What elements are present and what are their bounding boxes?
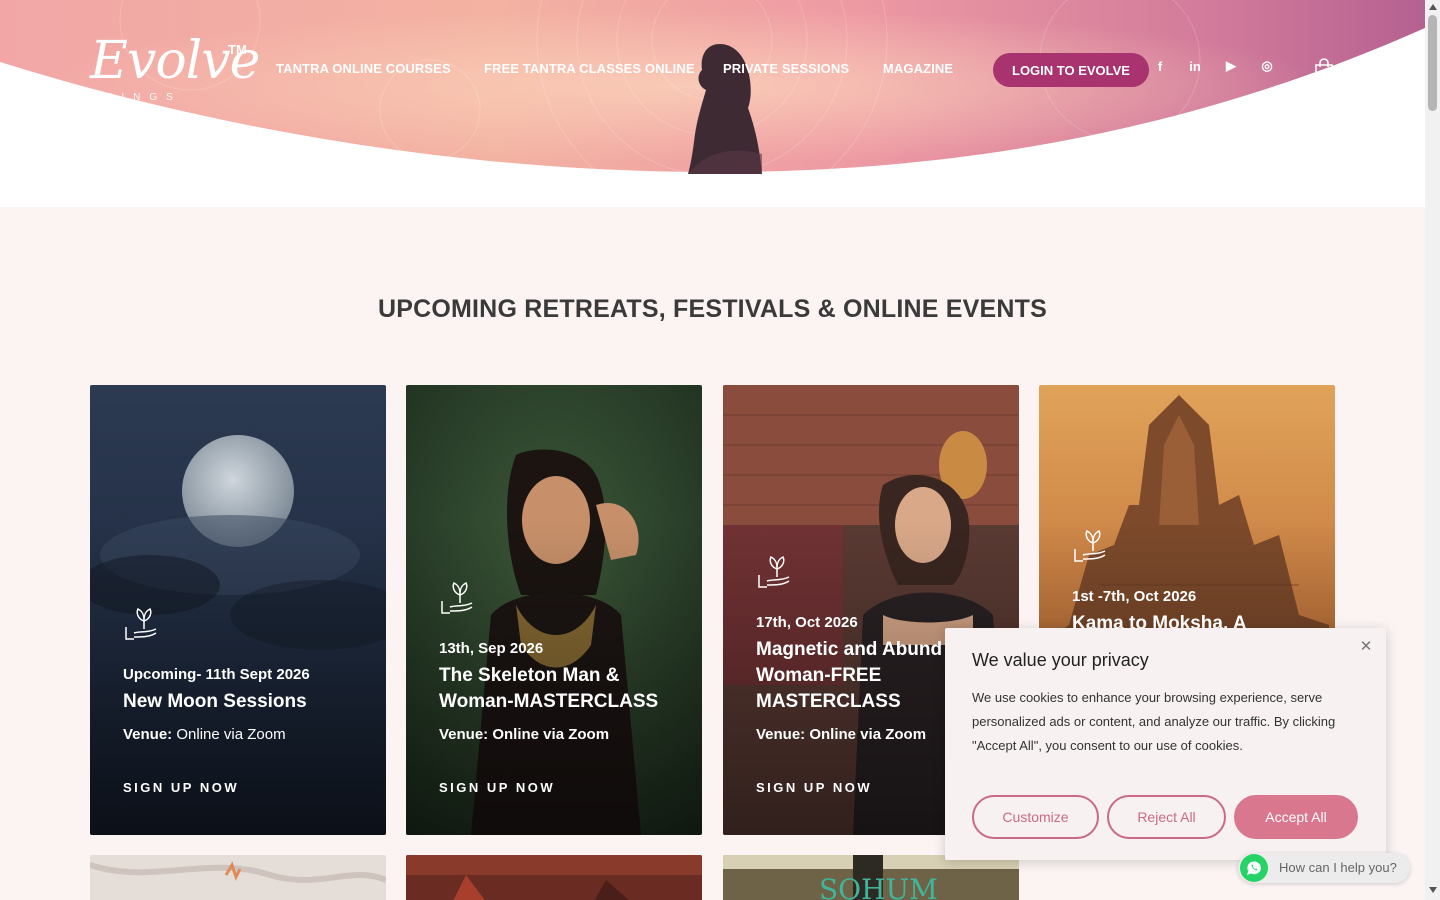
event-card[interactable]: Upcoming- 11th Sept 2026 New Moon Sessio… — [90, 385, 386, 835]
login-button[interactable]: LOGIN TO EVOLVE — [993, 53, 1149, 87]
scroll-up-arrow-icon[interactable] — [1429, 4, 1437, 10]
logo-subtitle: BEINGS — [90, 92, 182, 103]
logo-trademark: TM — [228, 42, 247, 57]
event-venue: Venue: Online via Zoom — [439, 726, 609, 743]
venue-label: Venue: Online via Zoom — [439, 726, 610, 743]
sign-up-link[interactable]: SIGN UP NOW — [756, 780, 872, 795]
event-card[interactable]: 13th, Sep 2026 The Skeleton Man & Woman-… — [406, 385, 702, 835]
whatsapp-chat-widget[interactable]: How can I help you? — [1238, 853, 1410, 883]
shopping-bag-icon[interactable] — [1314, 58, 1334, 82]
section-title: UPCOMING RETREATS, FESTIVALS & ONLINE EV… — [377, 295, 1048, 323]
plant-hand-icon — [125, 607, 157, 640]
scroll-down-arrow-icon[interactable] — [1429, 887, 1437, 893]
linkedin-icon[interactable]: in — [1186, 58, 1204, 74]
sign-up-link[interactable]: SIGN UP NOW — [439, 780, 555, 795]
event-card-row2[interactable] — [406, 855, 702, 900]
nav-magazine[interactable]: MAGAZINE — [883, 61, 953, 76]
event-card-image: SOHUM — [723, 855, 1019, 900]
accept-all-button[interactable]: Accept All — [1234, 795, 1358, 839]
event-venue: Venue: Online via Zoom — [756, 726, 926, 743]
logo-wordmark: Evolve — [90, 31, 260, 91]
event-title: The Skeleton Man & Woman-MASTERCLASS — [439, 665, 659, 712]
plant-hand-icon — [441, 581, 473, 614]
event-card-row2[interactable] — [90, 855, 386, 900]
nav-tantra-online-courses[interactable]: TANTRA ONLINE COURSES — [276, 61, 451, 76]
sign-up-link[interactable]: SIGN UP NOW — [123, 780, 239, 795]
facebook-icon[interactable]: f — [1151, 58, 1169, 74]
close-icon[interactable]: ✕ — [1357, 638, 1375, 656]
event-card-row2[interactable]: SOHUM — [723, 855, 1019, 900]
whatsapp-icon — [1240, 854, 1268, 882]
event-title: New Moon Sessions — [123, 691, 307, 712]
event-date: 17th, Oct 2026 — [756, 614, 858, 631]
event-venue: Venue: Online via Zoom — [123, 726, 286, 743]
reject-all-button[interactable]: Reject All — [1107, 795, 1226, 839]
site-header: Evolve TM BEINGS TANTRA ONLINE COURSES F… — [0, 0, 1425, 207]
cookie-description: We use cookies to enhance your browsing … — [972, 690, 1336, 753]
scroll-thumb[interactable] — [1428, 15, 1437, 111]
evolve-logo[interactable]: Evolve TM BEINGS — [90, 31, 260, 107]
nav-private-sessions[interactable]: PRIVATE SESSIONS — [723, 61, 849, 76]
event-date: Upcoming- 11th Sept 2026 — [123, 666, 310, 683]
event-date: 1st -7th, Oct 2026 — [1072, 588, 1197, 605]
plant-hand-icon — [758, 555, 790, 588]
event-card-image — [90, 855, 386, 900]
event-card-image — [406, 855, 702, 900]
venue-label: Venue: — [123, 726, 173, 743]
page-scrollbar[interactable] — [1425, 0, 1440, 900]
cookie-consent-dialog: We value your privacy ✕ We use cookies t… — [945, 628, 1386, 860]
customize-button[interactable]: Customize — [972, 795, 1099, 839]
whatsapp-prompt: How can I help you? — [1279, 860, 1397, 875]
sohum-sign-text: SOHUM — [819, 873, 938, 900]
nav-free-tantra-classes[interactable]: FREE TANTRA CLASSES ONLINE — [484, 61, 695, 76]
venue-value: Online via Zoom — [172, 726, 286, 743]
cookie-title: We value your privacy — [972, 650, 1149, 670]
plant-hand-icon — [1074, 529, 1106, 562]
instagram-icon[interactable]: ◎ — [1258, 58, 1276, 74]
youtube-icon[interactable]: ▶ — [1222, 58, 1240, 74]
event-date: 13th, Sep 2026 — [439, 640, 544, 657]
venue-label: Venue: Online via Zoom — [756, 726, 927, 743]
